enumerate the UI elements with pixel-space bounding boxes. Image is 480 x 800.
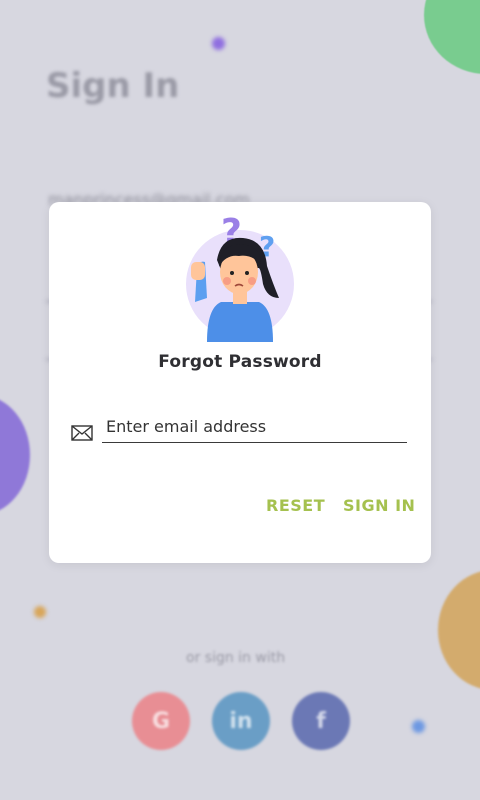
sign-in-button[interactable]: SIGN IN [343,496,415,515]
dialog-title: Forgot Password [158,352,322,372]
forgot-password-dialog: ? ? Forgot Password RESET SIGN IN [49,202,431,563]
decor-dot-purple [212,37,225,50]
background-or-text: or sign in with [186,650,286,666]
background-page-title: Sign In [46,66,180,106]
google-icon: G [151,708,171,734]
mail-icon [71,425,93,441]
linkedin-signin-button: in [212,692,270,750]
google-signin-button: G [132,692,190,750]
facebook-icon: f [316,708,326,734]
decor-dot-blue [412,720,425,733]
decor-circle-orange [438,570,480,690]
facebook-signin-button: f [292,692,350,750]
email-input[interactable] [102,414,407,443]
decor-dot-orange [34,606,46,618]
decor-circle-purple [0,395,30,515]
reset-button[interactable]: RESET [266,496,325,515]
linkedin-icon: in [229,708,253,734]
confused-girl-illustration: ? ? [186,212,294,342]
decor-circle-green [424,0,480,74]
